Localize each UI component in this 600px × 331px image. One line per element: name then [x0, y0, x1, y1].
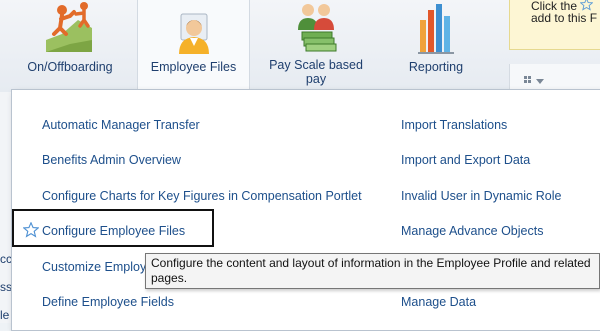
bar-chart-icon — [418, 4, 454, 54]
menu-item-benefits-admin-overview[interactable]: Benefits Admin Overview — [42, 153, 181, 167]
star-icon — [579, 0, 594, 11]
tile-label: On/Offboarding — [27, 60, 113, 74]
menu-item-manage-data[interactable]: Manage Data — [401, 295, 476, 309]
tile-label: Pay Scale based pay — [269, 58, 363, 86]
menu-item-define-employee-fields[interactable]: Define Employee Fields — [42, 295, 174, 309]
pay-scale-people-money-icon — [298, 4, 337, 52]
onboarding-climb-icon — [46, 2, 92, 52]
tile-label: Employee Files — [150, 60, 237, 74]
info-panel: Click the add to this F — [509, 0, 600, 50]
left-content-strip: cc ss le — [0, 92, 11, 323]
menu-item-import-translations[interactable]: Import Translations — [401, 118, 507, 132]
menu-item-import-export-data[interactable]: Import and Export Data — [401, 153, 530, 167]
tile-reporting[interactable]: Reporting — [380, 0, 492, 92]
menu-item-configure-employee-files[interactable]: Configure Employee Files — [42, 224, 185, 238]
admin-tools-menu: Automatic Manager Transfer Benefits Admi… — [11, 89, 600, 331]
tile-pay-scale[interactable]: Pay Scale based pay — [260, 0, 372, 92]
employee-person-icon — [178, 13, 209, 54]
tile-label: Reporting — [408, 60, 464, 74]
tooltip: Configure the content and layout of info… — [145, 253, 600, 289]
grid-dropdown-icon[interactable] — [524, 76, 546, 88]
info-panel-line2: add to this F — [531, 11, 598, 25]
tile-employee-files[interactable]: Employee Files — [137, 0, 250, 92]
tile-onoffboarding[interactable]: On/Offboarding — [14, 0, 126, 92]
menu-item-manage-advance-objects[interactable]: Manage Advance Objects — [401, 224, 543, 238]
favorite-star-icon[interactable] — [23, 222, 39, 238]
menu-item-customize-employee[interactable]: Customize Employ — [42, 260, 146, 274]
menu-item-invalid-user-dynamic-role[interactable]: Invalid User in Dynamic Role — [401, 189, 561, 203]
menu-item-automatic-manager-transfer[interactable]: Automatic Manager Transfer — [42, 118, 200, 132]
menu-item-configure-charts[interactable]: Configure Charts for Key Figures in Comp… — [42, 189, 362, 203]
